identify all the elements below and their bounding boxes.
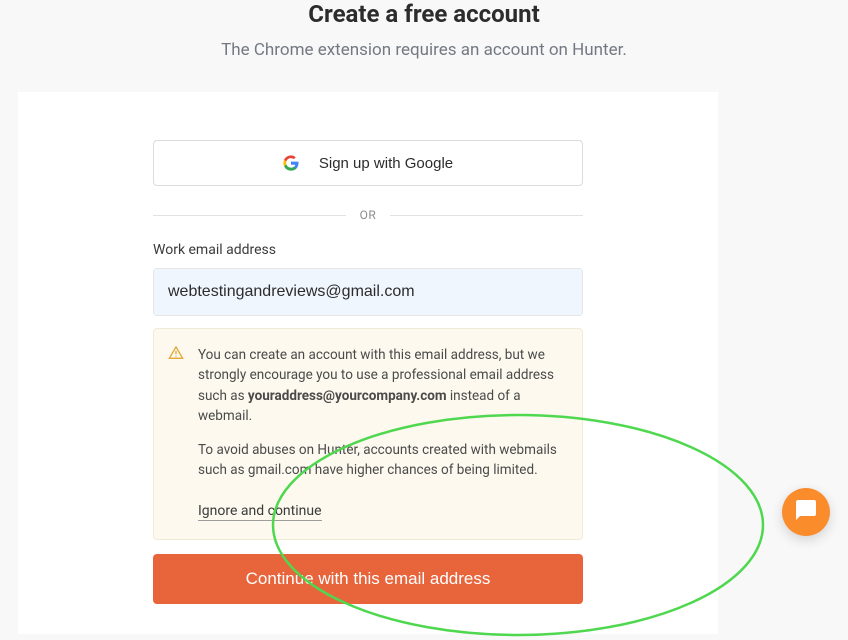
continue-button[interactable]: Continue with this email address: [153, 554, 583, 604]
divider-line-left: [153, 215, 346, 216]
warning-icon: [168, 345, 184, 361]
page-title: Create a free account: [0, 0, 848, 28]
warning-box: You can create an account with this emai…: [153, 328, 583, 540]
signup-card: Sign up with Google OR Work email addres…: [18, 92, 718, 634]
google-icon: [283, 155, 299, 171]
chat-icon: [794, 498, 818, 526]
divider-line-right: [390, 215, 583, 216]
warning-text-1: You can create an account with this emai…: [198, 345, 564, 426]
email-label: Work email address: [153, 242, 583, 258]
divider: OR: [153, 208, 583, 222]
warning-text-2: To avoid abuses on Hunter, accounts crea…: [198, 440, 564, 481]
page-subtitle: The Chrome extension requires an account…: [0, 40, 848, 60]
chat-widget-button[interactable]: [782, 488, 830, 536]
email-input[interactable]: [153, 268, 583, 316]
ignore-continue-link[interactable]: Ignore and continue: [198, 503, 322, 521]
google-signup-label: Sign up with Google: [319, 155, 453, 172]
divider-text: OR: [346, 208, 391, 222]
google-signup-button[interactable]: Sign up with Google: [153, 140, 583, 186]
